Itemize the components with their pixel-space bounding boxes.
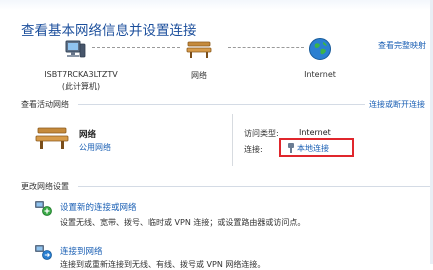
window-top-strip bbox=[0, 0, 433, 10]
change-settings-rule bbox=[78, 186, 430, 187]
active-networks-header: 查看活动网络 bbox=[21, 100, 69, 109]
active-networks-divider bbox=[232, 114, 233, 166]
connect-disconnect-link[interactable]: 连接或断开连接 bbox=[369, 99, 425, 110]
computer-node[interactable] bbox=[62, 38, 88, 64]
network-node-label: 网络 bbox=[191, 71, 207, 80]
bench-icon bbox=[186, 41, 212, 58]
connector-line-1 bbox=[92, 47, 180, 48]
connect-network-desc: 连接到或重新连接到无线、有线、拨号或 VPN 网络连接。 bbox=[60, 260, 266, 269]
page-title: 查看基本网络信息并设置连接 bbox=[21, 23, 197, 39]
computer-icon bbox=[65, 40, 86, 58]
network-node[interactable] bbox=[185, 38, 213, 60]
network-type-link[interactable]: 公用网络 bbox=[79, 142, 111, 153]
ethernet-icon bbox=[286, 142, 296, 154]
change-settings-header: 更改网络设置 bbox=[21, 182, 69, 191]
computer-name: ISBT7RCKA3LTZTV bbox=[44, 70, 118, 79]
view-full-map-link[interactable]: 查看完整映射 bbox=[378, 40, 426, 51]
computer-subtitle: (此计算机) bbox=[61, 82, 101, 91]
active-network-icon bbox=[34, 124, 70, 152]
bench-icon bbox=[35, 127, 69, 149]
globe-icon bbox=[309, 38, 331, 60]
setup-connection-icon bbox=[34, 199, 52, 217]
setup-connection-link[interactable]: 设置新的连接或网络 bbox=[60, 201, 137, 213]
internet-node-label: Internet bbox=[304, 70, 336, 79]
connect-network-icon bbox=[34, 243, 52, 261]
active-network-name: 网络 bbox=[79, 130, 97, 140]
connector-line-2 bbox=[228, 47, 304, 48]
network-connect-icon bbox=[35, 245, 52, 260]
internet-node[interactable] bbox=[308, 37, 332, 61]
network-setup-icon bbox=[35, 201, 52, 216]
access-type-label: 访问类型: bbox=[244, 129, 279, 138]
connect-network-link[interactable]: 连接到网络 bbox=[60, 245, 103, 257]
connections-label: 连接: bbox=[244, 145, 263, 154]
active-networks-rule bbox=[78, 104, 365, 105]
setup-connection-desc: 设置无线、宽带、拨号、临时或 VPN 连接；或设置路由器或访问点。 bbox=[60, 218, 306, 227]
access-type-value: Internet bbox=[299, 128, 331, 137]
local-connection-link[interactable]: 本地连接 bbox=[297, 143, 329, 154]
